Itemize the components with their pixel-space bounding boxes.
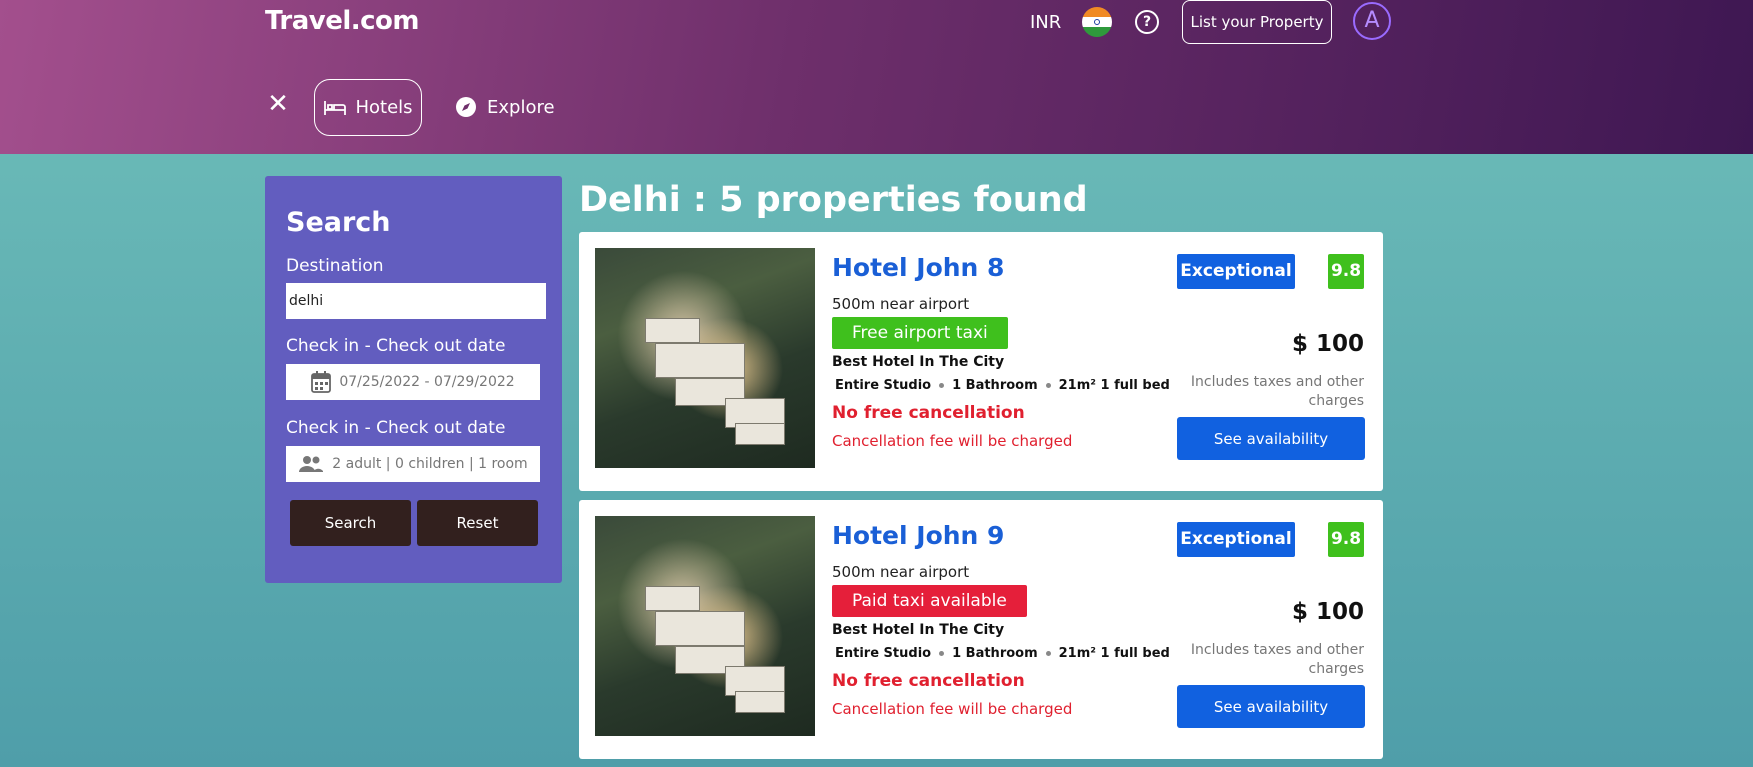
guests-label: Check in - Check out date — [286, 418, 506, 438]
hotel-image[interactable] — [595, 516, 815, 736]
people-icon — [299, 456, 324, 472]
spec-item: Entire Studio — [835, 646, 932, 661]
taxi-badge: Free airport taxi — [832, 317, 1008, 349]
spec-item: 1 Bathroom — [952, 646, 1038, 661]
rating-label: Exceptional — [1177, 522, 1295, 557]
currency-selector[interactable]: INR — [1030, 12, 1061, 33]
close-icon[interactable]: ✕ — [266, 91, 290, 117]
hotel-name[interactable]: Hotel John 9 — [832, 521, 1004, 550]
results-title: Delhi : 5 properties found — [579, 180, 1088, 220]
cancellation-fee-note: Cancellation fee will be charged — [832, 700, 1073, 718]
hotel-card: Hotel John 9 500m near airport Paid taxi… — [579, 500, 1383, 759]
hotel-specs: Entire Studio 1 Bathroom 21m² 1 full bed — [835, 646, 1170, 661]
price: $ 100 — [1291, 599, 1364, 625]
hotel-tagline: Best Hotel In The City — [832, 622, 1005, 638]
help-circle-icon[interactable]: ? — [1135, 10, 1159, 34]
india-flag-icon[interactable] — [1082, 7, 1112, 37]
date-range-field[interactable]: 07/25/2022 - 07/29/2022 — [286, 364, 540, 400]
date-range-value: 07/25/2022 - 07/29/2022 — [339, 374, 515, 390]
top-header: Travel.com INR ? List your Property A ✕ … — [0, 0, 1753, 154]
tab-explore-label: Explore — [487, 96, 555, 118]
tab-explore[interactable]: Explore — [455, 90, 555, 124]
dot-separator — [939, 383, 945, 388]
see-availability-button[interactable]: See availability — [1177, 417, 1365, 460]
compass-icon — [456, 97, 476, 117]
search-button[interactable]: Search — [290, 500, 411, 546]
rating-score: 9.8 — [1328, 254, 1364, 289]
taxes-note: Includes taxes and other charges — [1190, 374, 1364, 409]
tab-hotels-label: Hotels — [355, 97, 413, 118]
avatar[interactable]: A — [1353, 2, 1391, 40]
destination-label: Destination — [286, 256, 384, 276]
hotel-card: Hotel John 8 500m near airport Free airp… — [579, 232, 1383, 491]
cancellation-policy: No free cancellation — [832, 403, 1025, 423]
search-title: Search — [286, 207, 391, 238]
guests-value: 2 adult | 0 children | 1 room — [332, 456, 528, 472]
spec-item: Entire Studio — [835, 378, 932, 393]
hotel-distance: 500m near airport — [832, 563, 970, 581]
hotel-distance: 500m near airport — [832, 295, 970, 313]
guests-field[interactable]: 2 adult | 0 children | 1 room — [286, 446, 540, 482]
hotel-name[interactable]: Hotel John 8 — [832, 253, 1004, 282]
see-availability-button[interactable]: See availability — [1177, 685, 1365, 728]
cancellation-policy: No free cancellation — [832, 671, 1025, 691]
dot-separator — [939, 651, 945, 656]
search-panel: Search Destination Check in - Check out … — [265, 176, 562, 583]
spec-item: 1 Bathroom — [952, 378, 1038, 393]
destination-input[interactable] — [286, 283, 546, 319]
dates-label: Check in - Check out date — [286, 336, 506, 356]
reset-button[interactable]: Reset — [417, 500, 538, 546]
rating-score: 9.8 — [1328, 522, 1364, 557]
list-property-button[interactable]: List your Property — [1182, 0, 1332, 44]
bed-icon — [324, 100, 347, 115]
spec-item: 21m² 1 full bed — [1058, 646, 1170, 661]
calendar-icon — [311, 371, 332, 393]
site-logo[interactable]: Travel.com — [265, 6, 419, 36]
price: $ 100 — [1291, 331, 1364, 357]
taxes-note: Includes taxes and other charges — [1190, 642, 1364, 677]
taxi-badge: Paid taxi available — [832, 585, 1027, 617]
dot-separator — [1045, 651, 1051, 656]
hotel-specs: Entire Studio 1 Bathroom 21m² 1 full bed — [835, 378, 1170, 393]
cancellation-fee-note: Cancellation fee will be charged — [832, 432, 1073, 450]
rating-label: Exceptional — [1177, 254, 1295, 289]
dot-separator — [1045, 383, 1051, 388]
spec-item: 21m² 1 full bed — [1058, 378, 1170, 393]
tab-hotels[interactable]: Hotels — [314, 79, 422, 136]
hotel-image[interactable] — [595, 248, 815, 468]
hotel-tagline: Best Hotel In The City — [832, 354, 1005, 370]
